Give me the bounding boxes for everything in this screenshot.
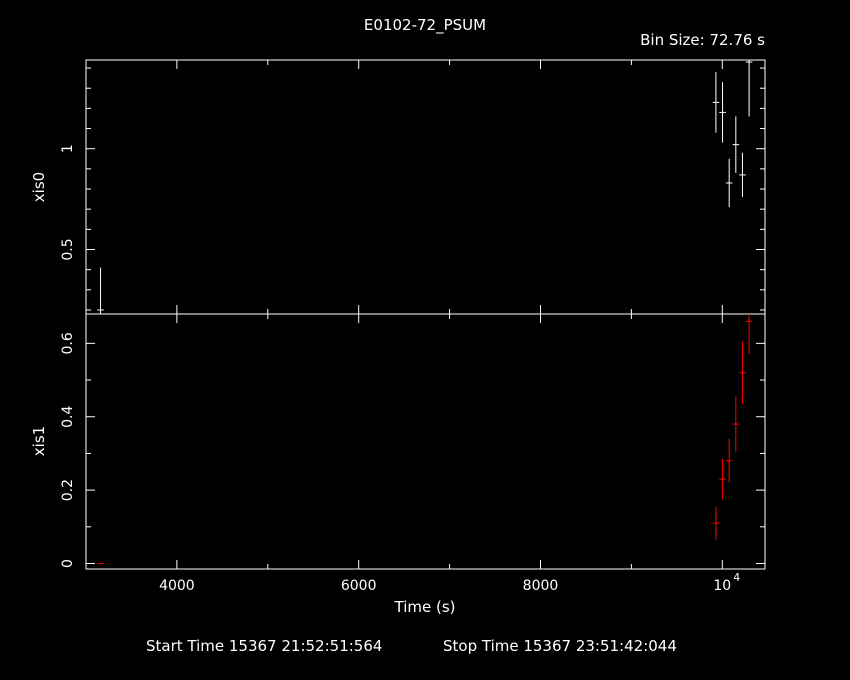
xis1-y-tick-label: 0.2 bbox=[60, 479, 76, 501]
x-tick-label: 4000 bbox=[159, 578, 195, 594]
xis1-data-point bbox=[745, 314, 753, 355]
xis0-data-point bbox=[719, 82, 726, 143]
x-axis-label: Time (s) bbox=[394, 598, 456, 616]
xis0-y-tick-label: 0.5 bbox=[60, 238, 76, 260]
bin-size-label: Bin Size: 72.76 s bbox=[640, 31, 765, 49]
xis0-data-point bbox=[712, 72, 720, 133]
ylabel-xis1: xis1 bbox=[30, 426, 48, 456]
x-tick-label: 10 bbox=[713, 578, 731, 594]
xis1-y-tick-label: 0 bbox=[60, 559, 76, 568]
xis0-data-point bbox=[97, 267, 104, 314]
x-tick-exponent: 4 bbox=[733, 571, 740, 584]
xis1-y-tick-label: 0.4 bbox=[60, 406, 76, 428]
xis0-panel: 0.51 bbox=[60, 59, 766, 315]
x-tick-label: 8000 bbox=[523, 578, 559, 594]
xis1-frame bbox=[85, 313, 766, 570]
xis1-data-point bbox=[732, 396, 740, 452]
xis0-frame bbox=[85, 59, 766, 315]
xis1-data-point bbox=[739, 341, 746, 404]
xis0-data-point bbox=[739, 152, 746, 198]
lightcurve-figure: E0102-72_PSUM Bin Size: 72.76 s 0.51 00.… bbox=[30, 16, 766, 655]
stop-time-label: Stop Time 15367 23:51:42:044 bbox=[443, 637, 677, 655]
start-time-label: Start Time 15367 21:52:51:564 bbox=[146, 637, 382, 655]
x-tick-label: 6000 bbox=[341, 578, 377, 594]
xis0-data-point bbox=[745, 60, 753, 117]
ylabel-xis0: xis0 bbox=[30, 172, 48, 202]
xis1-y-tick-label: 0.6 bbox=[60, 332, 76, 354]
x-axis-ticks: 4000 6000 8000 104 bbox=[159, 571, 740, 594]
xis1-data-point bbox=[725, 438, 733, 483]
xis1-panel: 0 0.2 0.4 0.6 bbox=[60, 313, 766, 570]
chart-title: E0102-72_PSUM bbox=[364, 16, 486, 35]
xis0-y-tick-label: 1 bbox=[60, 144, 76, 153]
xis1-data-point bbox=[719, 458, 726, 500]
xis0-data-point bbox=[725, 158, 733, 208]
xis0-data-point bbox=[732, 116, 740, 173]
xis1-data-point bbox=[712, 506, 720, 540]
